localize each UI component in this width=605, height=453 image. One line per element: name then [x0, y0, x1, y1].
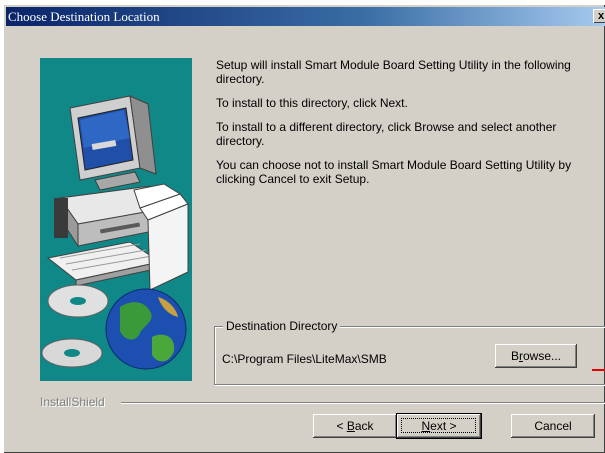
setup-illustration — [40, 58, 192, 381]
instruction-4: You can choose not to install Smart Modu… — [216, 158, 572, 186]
destination-directory-label: Destination Directory — [223, 319, 341, 333]
cancel-button[interactable]: Cancel — [511, 414, 595, 438]
cd-disc-icon — [41, 284, 109, 368]
next-button[interactable]: Next > — [397, 414, 481, 438]
annotation-arrow — [592, 369, 605, 371]
instruction-3: To install to a different directory, cli… — [216, 120, 557, 148]
destination-path: C:\Program Files\LiteMax\SMB — [222, 352, 387, 366]
focus-ring — [401, 418, 476, 433]
window-title: Choose Destination Location — [8, 9, 160, 24]
back-button[interactable]: < Back — [313, 414, 397, 438]
close-button[interactable]: x — [593, 9, 605, 23]
globe-icon — [41, 284, 187, 370]
close-icon: x — [597, 10, 605, 22]
installshield-brand: InstallShield — [40, 395, 105, 409]
title-bar[interactable]: Choose Destination Location x — [6, 7, 605, 26]
browse-button[interactable]: Browse... — [495, 344, 577, 368]
footer-separator — [121, 402, 605, 404]
instructions: Setup will install Smart Module Board Se… — [216, 58, 605, 196]
setup-dialog: Choose Destination Location x Setup will… — [3, 4, 605, 453]
instruction-1: Setup will install Smart Module Board Se… — [216, 58, 571, 86]
destination-directory-group: Destination Directory C:\Program Files\L… — [214, 319, 605, 385]
instruction-2: To install to this directory, click Next… — [216, 96, 408, 110]
